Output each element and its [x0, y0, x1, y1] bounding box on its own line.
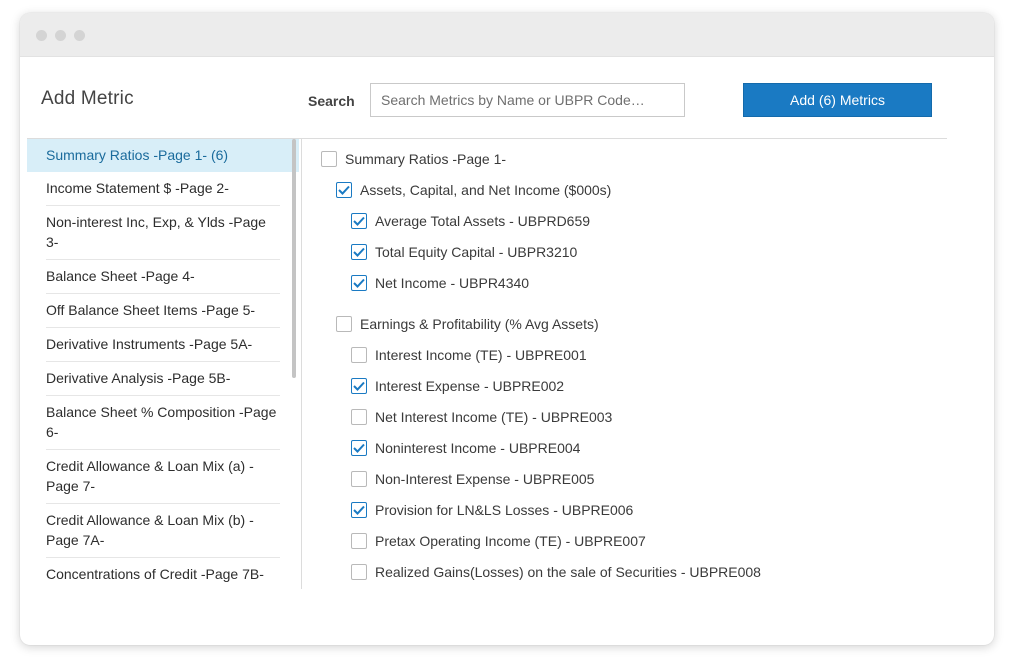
metric-checkbox[interactable] — [351, 564, 367, 580]
metric-checkbox[interactable] — [351, 471, 367, 487]
tree-metric-row[interactable]: Realized Gains(Losses) on the sale of Se… — [351, 562, 761, 582]
metric-label: Noninterest Income - UBPRE004 — [375, 440, 581, 456]
window-minimize-dot[interactable] — [55, 30, 66, 41]
tree-group-row[interactable]: Earnings & Profitability (% Avg Assets) — [336, 314, 599, 334]
metric-label: Assets, Capital, and Net Income ($000s) — [360, 182, 612, 198]
checkmark-icon — [353, 443, 365, 453]
tree-metric-row[interactable]: Non-Interest Expense - UBPRE005 — [351, 469, 594, 489]
window-titlebar — [20, 13, 994, 57]
page-title: Add Metric — [41, 88, 134, 109]
metric-checkbox[interactable] — [336, 182, 352, 198]
checkmark-icon — [338, 185, 350, 195]
window-maximize-dot[interactable] — [74, 30, 85, 41]
search-input[interactable] — [370, 83, 685, 117]
metric-label: Summary Ratios -Page 1- — [345, 151, 507, 167]
window-close-dot[interactable] — [36, 30, 47, 41]
metric-label: Average Total Assets - UBPRD659 — [375, 213, 591, 229]
metric-label: Interest Expense - UBPRE002 — [375, 378, 565, 394]
metric-checkbox[interactable] — [351, 409, 367, 425]
metric-checkbox[interactable] — [351, 533, 367, 549]
metric-checkbox[interactable] — [351, 347, 367, 363]
tree-group-row[interactable]: Assets, Capital, and Net Income ($000s) — [336, 180, 611, 200]
tree-metric-row[interactable]: Noninterest Income - UBPRE004 — [351, 438, 580, 458]
category-item[interactable]: Derivative Analysis -Page 5B- — [46, 362, 280, 396]
tree-metric-row[interactable]: Total Equity Capital - UBPR3210 — [351, 242, 577, 262]
tree-metric-row[interactable]: Pretax Operating Income (TE) - UBPRE007 — [351, 531, 646, 551]
metric-checkbox[interactable] — [321, 151, 337, 167]
category-item[interactable]: Off Balance Sheet Items -Page 5- — [46, 294, 280, 328]
category-item[interactable]: Credit Allowance & Loan Mix (a) -Page 7- — [46, 450, 280, 504]
metric-label: Interest Income (TE) - UBPRE001 — [375, 347, 587, 363]
tree-metric-row[interactable]: Net Income - UBPR4340 — [351, 273, 529, 293]
category-item[interactable]: Summary Ratios -Page 1- (6) — [27, 139, 299, 172]
checkmark-icon — [353, 505, 365, 515]
category-item[interactable]: Balance Sheet % Composition -Page 6- — [46, 396, 280, 450]
metric-label: Net Interest Income (TE) - UBPRE003 — [375, 409, 613, 425]
metric-checkbox[interactable] — [351, 213, 367, 229]
category-item[interactable]: Income Statement $ -Page 2- — [46, 172, 280, 206]
metric-checkbox[interactable] — [336, 316, 352, 332]
tree-metric-row[interactable]: Interest Expense - UBPRE002 — [351, 376, 564, 396]
metric-checkbox[interactable] — [351, 440, 367, 456]
category-list-scrollbar[interactable] — [292, 139, 296, 378]
tree-metric-row[interactable]: Average Total Assets - UBPRD659 — [351, 211, 590, 231]
category-item[interactable]: Non-interest Inc, Exp, & Ylds -Page 3- — [46, 206, 280, 260]
metric-tree: Summary Ratios -Page 1- Assets, Capital, … — [316, 149, 936, 589]
add-metrics-button[interactable]: Add (6) Metrics — [743, 83, 932, 117]
tree-metric-row[interactable]: Interest Income (TE) - UBPRE001 — [351, 345, 587, 365]
metric-checkbox[interactable] — [351, 275, 367, 291]
checkmark-icon — [353, 216, 365, 226]
search-label: Search — [308, 93, 355, 109]
metric-label: Non-Interest Expense - UBPRE005 — [375, 471, 595, 487]
metric-checkbox[interactable] — [351, 378, 367, 394]
metric-label: Provision for LN&LS Losses - UBPRE006 — [375, 502, 634, 518]
metric-checkbox[interactable] — [351, 244, 367, 260]
metric-label: Total Equity Capital - UBPR3210 — [375, 244, 578, 260]
metric-label: Earnings & Profitability (% Avg Assets) — [360, 316, 599, 332]
category-list: Summary Ratios -Page 1- (6) Income Statem… — [27, 139, 301, 589]
checkmark-icon — [353, 278, 365, 288]
checkmark-icon — [353, 247, 365, 257]
tree-root-row[interactable]: Summary Ratios -Page 1- — [321, 149, 506, 169]
metric-label: Pretax Operating Income (TE) - UBPRE007 — [375, 533, 646, 549]
panel-divider — [301, 139, 302, 589]
tree-metric-row[interactable]: Net Interest Income (TE) - UBPRE003 — [351, 407, 612, 427]
category-item[interactable]: Balance Sheet -Page 4- — [46, 260, 280, 294]
category-item[interactable]: Derivative Instruments -Page 5A- — [46, 328, 280, 362]
category-item[interactable]: Credit Allowance & Loan Mix (b) -Page 7A… — [46, 504, 280, 558]
checkmark-icon — [353, 381, 365, 391]
metric-label: Net Income - UBPR4340 — [375, 275, 530, 291]
metric-label: Realized Gains(Losses) on the sale of Se… — [375, 564, 761, 580]
metric-checkbox[interactable] — [351, 502, 367, 518]
tree-metric-row[interactable]: Provision for LN&LS Losses - UBPRE006 — [351, 500, 633, 520]
category-item[interactable]: Concentrations of Credit -Page 7B- — [46, 558, 280, 589]
